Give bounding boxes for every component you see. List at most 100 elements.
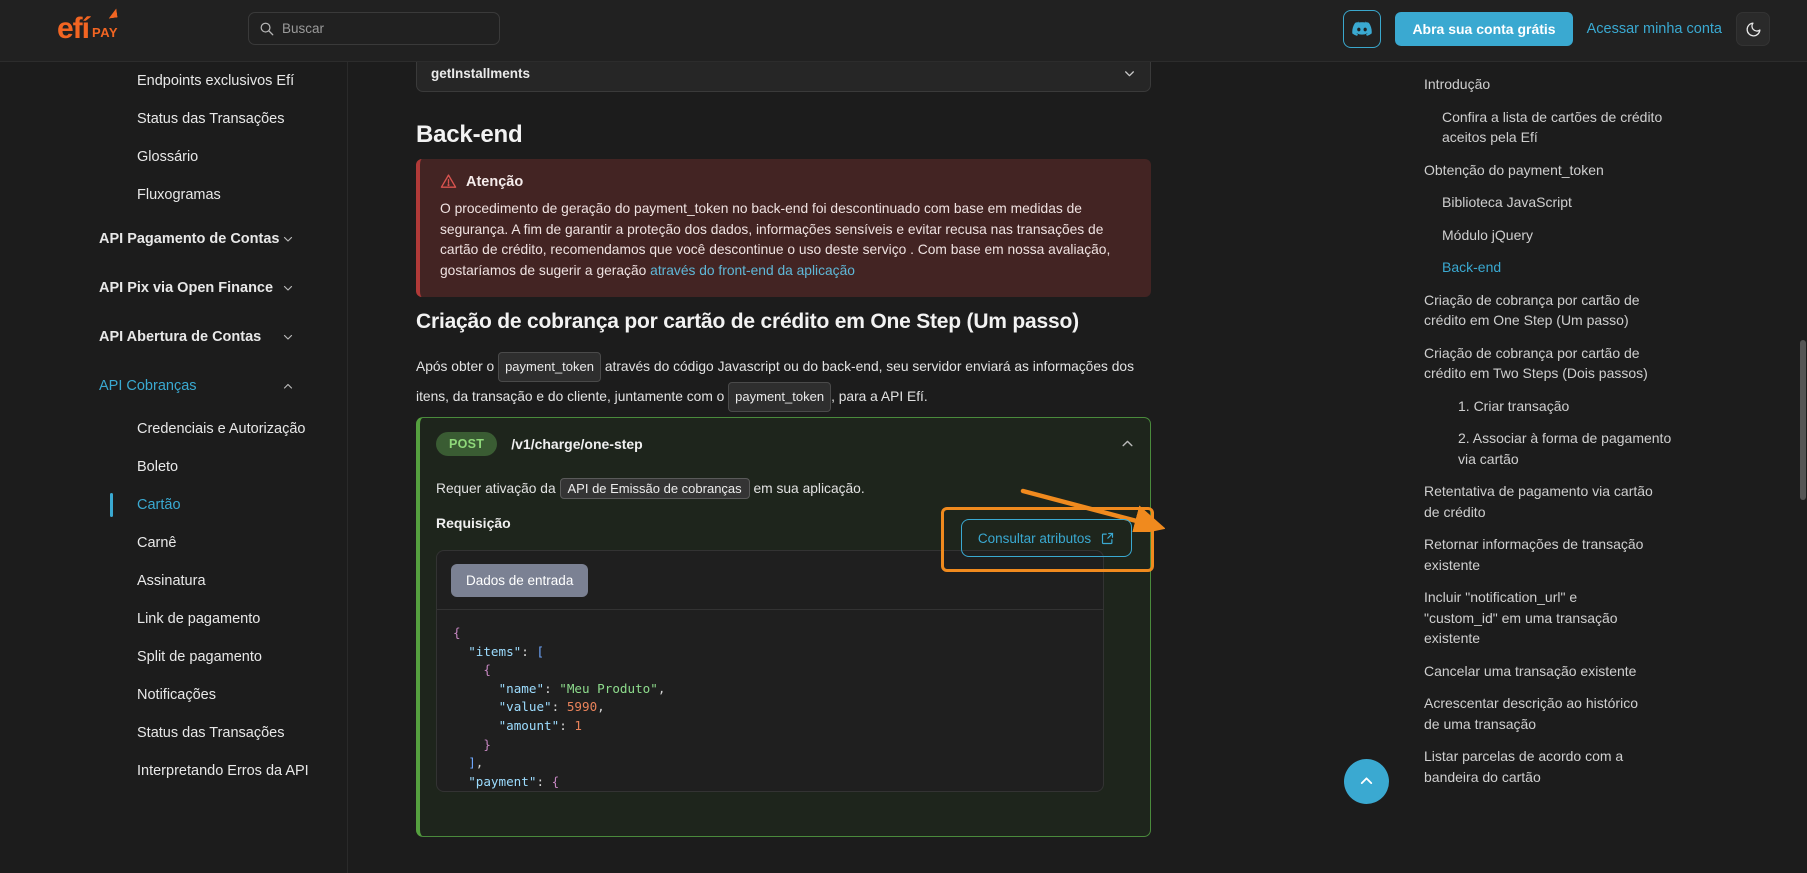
- toc-item-biblioteca-javascript[interactable]: Biblioteca JavaScript: [1442, 186, 1692, 219]
- api-emission-link[interactable]: API de Emissão de cobranças: [559, 478, 750, 499]
- sidebar-item-gloss-rio[interactable]: Glossário: [0, 138, 400, 176]
- chevron-up-icon: [283, 383, 293, 389]
- collapse-endpoint-icon[interactable]: [1121, 437, 1134, 450]
- toc-item-retornar-informa-es-de-transa-o-existent[interactable]: Retornar informações de transação existe…: [1424, 528, 1674, 581]
- header-actions: Abra sua conta grátis Acessar minha cont…: [1343, 10, 1770, 48]
- consultar-atributos-button[interactable]: Consultar atributos: [961, 519, 1132, 557]
- sidebar-item-label: Glossário: [137, 149, 199, 165]
- tab-dados-de-entrada[interactable]: Dados de entrada: [451, 564, 589, 597]
- toc-item-retentativa-de-pagamento-via-cart-o-de-c[interactable]: Retentativa de pagamento via cartão de c…: [1424, 475, 1674, 528]
- chevron-down-icon: [283, 236, 293, 242]
- sidebar-item-label: Interpretando Erros da API: [137, 763, 309, 779]
- main-content-area: getInstallments Back-end Atenção O proce…: [400, 62, 1382, 873]
- payment-token-code-2: payment_token: [728, 382, 832, 412]
- logo-accent-mark: [108, 8, 118, 18]
- sidebar-item-label: API Pix via Open Finance: [99, 279, 274, 296]
- endpoint-card: POST /v1/charge/one-step Requer ativação…: [416, 417, 1151, 837]
- consultar-atributos-label: Consultar atributos: [977, 530, 1092, 546]
- sidebar-item-split-de-pagamento[interactable]: Split de pagamento: [0, 638, 400, 676]
- requirement-prefix: Requer ativação da: [436, 481, 560, 496]
- chevron-down-icon: [283, 285, 293, 291]
- sidebar-item-endpoints-exclusivos-ef[interactable]: Endpoints exclusivos Efí: [0, 62, 400, 100]
- scroll-to-top-button[interactable]: [1344, 759, 1389, 804]
- warning-triangle-icon: [440, 174, 457, 188]
- code-block: { "items": [ { "name": "Meu Produto", "v…: [453, 625, 666, 789]
- toc-item-listar-parcelas-de-acordo-com-a-bandeira[interactable]: Listar parcelas de acordo com a bandeira…: [1424, 740, 1674, 793]
- sidebar-item-status-das-transa-es[interactable]: Status das Transações: [0, 714, 400, 752]
- access-my-account-link[interactable]: Acessar minha conta: [1587, 21, 1722, 37]
- top-header: efí PAY Buscar Abra sua conta grátis Ace…: [0, 0, 1807, 62]
- toc-item-cria-o-de-cobran-a-por-cart-o-de-cr-dito[interactable]: Criação de cobrança por cartão de crédit…: [1424, 337, 1674, 390]
- sidebar-item-fluxogramas[interactable]: Fluxogramas: [0, 176, 400, 214]
- section-paragraph: Após obter o payment_token através do có…: [416, 352, 1156, 412]
- open-free-account-button[interactable]: Abra sua conta grátis: [1395, 12, 1573, 46]
- sidebar-item-label: Carnê: [137, 535, 177, 551]
- sidebar-item-label: Credenciais e Autorização: [137, 421, 306, 437]
- chevron-down-icon: [283, 334, 293, 340]
- attention-header: Atenção: [440, 173, 1133, 190]
- sidebar-item-label: Fluxogramas: [137, 187, 221, 203]
- endpoint-header: POST /v1/charge/one-step: [436, 432, 1134, 456]
- sidebar-item-api-pix-via-open-finance[interactable]: API Pix via Open Finance: [0, 263, 400, 312]
- sidebar-item-label: API Pagamento de Contas: [99, 230, 280, 247]
- sidebar-item-link-de-pagamento[interactable]: Link de pagamento: [0, 600, 400, 638]
- sidebar-item-label: Endpoints exclusivos Efí: [137, 73, 295, 89]
- sidebar-item-label: Notificações: [137, 687, 216, 703]
- endpoint-requirement: Requer ativação da API de Emissão de cob…: [436, 478, 1134, 499]
- attention-title: Atenção: [466, 173, 524, 190]
- frontend-generation-link[interactable]: através do front-end da aplicação: [650, 263, 855, 278]
- toc-item-back-end[interactable]: Back-end: [1442, 251, 1692, 284]
- endpoint-path: /v1/charge/one-step: [511, 436, 643, 452]
- toc-item-cria-o-de-cobran-a-por-cart-o-de-cr-dito[interactable]: Criação de cobrança por cartão de crédit…: [1424, 284, 1674, 337]
- right-table-of-contents[interactable]: Introdução Confira a lista de cartões de …: [1382, 62, 1807, 873]
- search-icon: [260, 22, 274, 36]
- sidebar-item-interpretando-erros-da-api[interactable]: Interpretando Erros da API: [0, 752, 400, 790]
- sidebar-item-api-cobran-as[interactable]: API Cobranças: [0, 361, 400, 410]
- toc-item-confira-a-lista-de-cart-es-de-cr-dito-ac[interactable]: Confira a lista de cartões de crédito ac…: [1442, 101, 1692, 154]
- toc-item-obten-o-do-payment-token[interactable]: Obtenção do payment_token: [1424, 154, 1674, 187]
- sidebar-item-label: Status das Transações: [137, 725, 285, 741]
- sidebar-item-label: Split de pagamento: [137, 649, 262, 665]
- sidebar-item-label: API Cobranças: [99, 377, 197, 394]
- sidebar-item-api-pagamento-de-contas[interactable]: API Pagamento de Contas: [0, 214, 400, 263]
- search-input[interactable]: Buscar: [248, 12, 500, 45]
- sidebar-item-label: Cartão: [137, 497, 181, 513]
- code-tabs: Dados de entrada: [437, 551, 1103, 610]
- arrow-up-icon: [1360, 777, 1373, 784]
- payment-token-code-1: payment_token: [498, 352, 601, 382]
- toc-item-m-dulo-jquery[interactable]: Módulo jQuery: [1442, 219, 1692, 252]
- discord-icon: [1352, 21, 1373, 36]
- toc-item-acrescentar-descri-o-ao-hist-rico-de-uma[interactable]: Acrescentar descrição ao histórico de um…: [1424, 687, 1674, 740]
- left-sidebar[interactable]: Endpoints exclusivos Efí Status das Trans…: [0, 62, 400, 873]
- sidebar-item-api-abertura-de-contas[interactable]: API Abertura de Contas: [0, 312, 400, 361]
- sidebar-item-boleto[interactable]: Boleto: [0, 448, 400, 486]
- discord-button[interactable]: [1343, 10, 1382, 48]
- toc-item-introdu-o[interactable]: Introdução: [1424, 68, 1674, 101]
- operation-select[interactable]: getInstallments: [416, 62, 1151, 92]
- sidebar-item-status-das-transa-es[interactable]: Status das Transações: [0, 100, 400, 138]
- page-scrollbar-thumb[interactable]: [1800, 340, 1806, 500]
- page-title: Back-end: [416, 121, 523, 148]
- logo-text: efí: [57, 12, 90, 45]
- sidebar-item-cart-o[interactable]: Cartão: [0, 486, 400, 524]
- moon-icon: [1746, 21, 1761, 36]
- para-text-3: , para a API Efí.: [831, 389, 928, 404]
- external-link-icon: [1102, 532, 1114, 544]
- sidebar-item-assinatura[interactable]: Assinatura: [0, 562, 400, 600]
- efi-pay-logo[interactable]: efí PAY: [57, 14, 118, 44]
- toc-item-2-associar-forma-de-pagamento-via-cart-o[interactable]: 2. Associar à forma de pagamento via car…: [1458, 422, 1708, 475]
- sidebar-item-carn[interactable]: Carnê: [0, 524, 400, 562]
- toc-item-1-criar-transa-o[interactable]: 1. Criar transação: [1458, 390, 1708, 423]
- sidebar-item-notifica-es[interactable]: Notificações: [0, 676, 400, 714]
- sidebar-item-label: Status das Transações: [137, 111, 285, 127]
- theme-toggle-button[interactable]: [1736, 12, 1770, 46]
- section-heading: Criação de cobrança por cartão de crédit…: [416, 310, 1079, 333]
- http-method-badge: POST: [436, 432, 498, 456]
- chevron-down-icon: [1125, 70, 1134, 76]
- toc-item-cancelar-uma-transa-o-existente[interactable]: Cancelar uma transação existente: [1424, 655, 1674, 688]
- search-placeholder: Buscar: [282, 21, 325, 36]
- sidebar-item-label: Link de pagamento: [137, 611, 261, 627]
- attention-body: O procedimento de geração do payment_tok…: [440, 199, 1133, 281]
- toc-item-incluir-notification-url-e-custom-id-em-[interactable]: Incluir "notification_url" e "custom_id"…: [1424, 581, 1674, 655]
- sidebar-item-credenciais-e-autoriza-o[interactable]: Credenciais e Autorização: [0, 410, 400, 448]
